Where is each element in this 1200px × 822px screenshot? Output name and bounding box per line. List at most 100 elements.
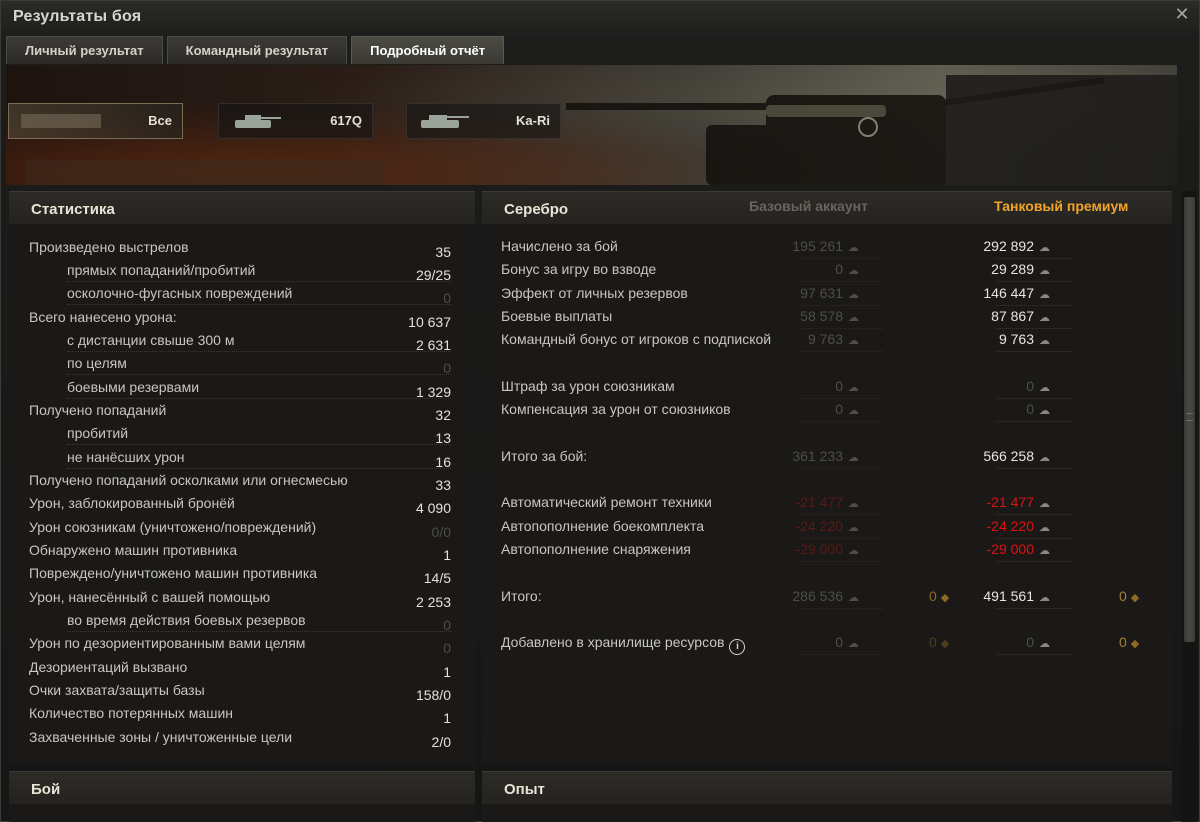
stat-label: Количество потерянных машин (29, 705, 233, 721)
credits-icon: ☁ (1039, 498, 1050, 510)
premium-credit-value: 491 561 ☁ (983, 588, 1050, 604)
base-credit-value: 58 578 ☁ (800, 308, 859, 324)
base-credit-value: 195 261 ☁ (792, 238, 859, 254)
credits-icon: ☁ (848, 592, 859, 604)
credit-row: Командный бонус от игроков с подпиской 9 … (501, 330, 1161, 353)
stat-row: Урон, заблокированный бронёй 4 090 (29, 493, 451, 516)
vehicle-label: Все (148, 113, 172, 128)
dotted-leader (801, 468, 883, 469)
dotted-leader (996, 468, 1071, 469)
info-icon[interactable]: i (729, 639, 746, 655)
dotted-leader (801, 514, 883, 515)
vehicle-filter-ka-ri[interactable]: Ka-Ri (406, 103, 561, 139)
credit-row: Добавлено в хранилище ресурсов i 0 ☁ 0 ☁ 0 ◆ 0 ◆ (501, 633, 1161, 656)
credits-icon: ☁ (1039, 289, 1050, 301)
premium-credit-value: 292 892 ☁ (983, 238, 1050, 254)
premium-credit-value: 9 763 ☁ (998, 331, 1050, 347)
tab-bar: Личный результат Командный результат Под… (6, 36, 505, 64)
credits-icon: ☁ (848, 638, 859, 650)
credit-label: Начислено за бой (501, 238, 618, 254)
stat-value: 0 (443, 290, 451, 306)
stat-value: 2 631 (415, 337, 451, 353)
credits-icon: ☁ (1039, 382, 1050, 394)
stat-value: 1 (443, 547, 451, 563)
base-credit-value: 361 233 ☁ (792, 448, 859, 464)
vehicle-label: Ka-Ri (516, 113, 550, 128)
base-credit-value: -24 220 ☁ (795, 518, 859, 534)
vehicle-filter-all[interactable]: Все (8, 103, 183, 139)
dotted-leader (801, 328, 883, 329)
dotted-leader (996, 398, 1071, 399)
stat-label: Всего нанесено урона: (29, 309, 177, 325)
stat-label: по целям (67, 355, 127, 371)
stat-value: 0 (443, 360, 451, 376)
gold-icon: ◆ (1130, 638, 1140, 650)
stat-row: Захваченные зоны / уничтоженные цели 2/0 (29, 727, 451, 750)
credits-icon: ☁ (1039, 405, 1050, 417)
credits-icon: ☁ (848, 498, 859, 510)
vehicle-label: 617Q (330, 113, 362, 128)
stat-label: Урон, заблокированный бронёй (29, 495, 235, 511)
credit-label: Автопополнение боекомплекта (501, 518, 704, 534)
credits-icon: ☁ (1039, 638, 1050, 650)
stat-row: боевыми резервами 1 329 (29, 377, 451, 400)
dotted-leader (996, 608, 1071, 609)
dotted-leader (996, 351, 1071, 352)
credit-row: Итого за бой: 361 233 ☁ 566 258 ☁ (501, 447, 1161, 470)
dotted-leader (67, 351, 451, 352)
stat-label: не нанёсших урон (67, 449, 185, 465)
tank-icon (421, 115, 469, 128)
scrollbar-grip-icon (1186, 413, 1193, 421)
stat-row: Очки захвата/защиты базы 158/0 (29, 680, 451, 703)
base-credit-value: -21 477 ☁ (795, 494, 859, 510)
credit-label: Боевые выплаты (501, 308, 613, 324)
base-account-header: Базовый аккаунт (749, 198, 868, 214)
experience-title: Опыт (504, 781, 545, 798)
stat-value: 29/25 (415, 267, 451, 283)
stat-label: Урон, нанесённый с вашей помощью (29, 589, 271, 605)
stat-value: 32 (435, 407, 451, 423)
stat-row: прямых попаданий/пробитий 29/25 (29, 260, 451, 283)
credit-row: Бонус за игру во взводе 0 ☁ 29 289 ☁ (501, 260, 1161, 283)
stat-label: прямых попаданий/пробитий (67, 262, 256, 278)
stat-row: Произведено выстрелов 35 (29, 237, 451, 260)
bottom-panel-left (9, 804, 475, 822)
dotted-leader (67, 468, 451, 469)
credits-icon: ☁ (848, 522, 859, 534)
dotted-leader (996, 538, 1071, 539)
tab-personal-result[interactable]: Личный результат (6, 36, 163, 64)
vehicle-filter-617q[interactable]: 617Q (218, 103, 373, 139)
stat-row: Урон, нанесённый с вашей помощью 2 253 (29, 587, 451, 610)
all-vehicles-icon (21, 114, 101, 128)
dotted-leader (801, 561, 883, 562)
dotted-leader (996, 561, 1071, 562)
stat-value: 35 (435, 244, 451, 260)
stat-row: Получено попаданий 32 (29, 400, 451, 423)
dotted-leader (801, 398, 883, 399)
stat-label: Урон союзникам (уничтожено/повреждений) (29, 519, 317, 535)
stat-value: 2 253 (415, 594, 451, 610)
tank-icon (235, 115, 281, 128)
premium-credit-value: 29 289 ☁ (991, 261, 1050, 277)
credit-label: Штраф за урон союзникам (501, 378, 675, 394)
tab-team-result[interactable]: Командный результат (166, 36, 348, 64)
close-icon[interactable]: ✕ (1173, 5, 1191, 23)
stat-label: Урон по дезориентированным вами целям (29, 635, 306, 651)
stat-label: Обнаружено машин противника (29, 542, 238, 558)
stat-row: Получено попаданий осколками или огнесме… (29, 470, 451, 493)
stat-label: Получено попаданий осколками или огнесме… (29, 472, 348, 488)
stat-label: Получено попаданий (29, 402, 167, 418)
stat-row: по целям 0 (29, 353, 451, 376)
dotted-leader (996, 305, 1071, 306)
credits-icon: ☁ (848, 265, 859, 277)
statistics-title: Статистика (31, 201, 115, 218)
stat-row: во время действия боевых резервов 0 (29, 610, 451, 633)
tab-detailed-report[interactable]: Подробный отчёт (351, 36, 505, 64)
stat-row: Обнаружено машин противника 1 (29, 540, 451, 563)
stat-label: Произведено выстрелов (29, 239, 189, 255)
premium-credit-value: 566 258 ☁ (983, 448, 1050, 464)
stat-row: Количество потерянных машин 1 (29, 703, 451, 726)
battle-results-window: Результаты боя ✕ Личный результат Команд… (0, 0, 1200, 822)
credits-icon: ☁ (1039, 335, 1050, 347)
premium-credit-value: 0 ☁ (1026, 401, 1050, 417)
